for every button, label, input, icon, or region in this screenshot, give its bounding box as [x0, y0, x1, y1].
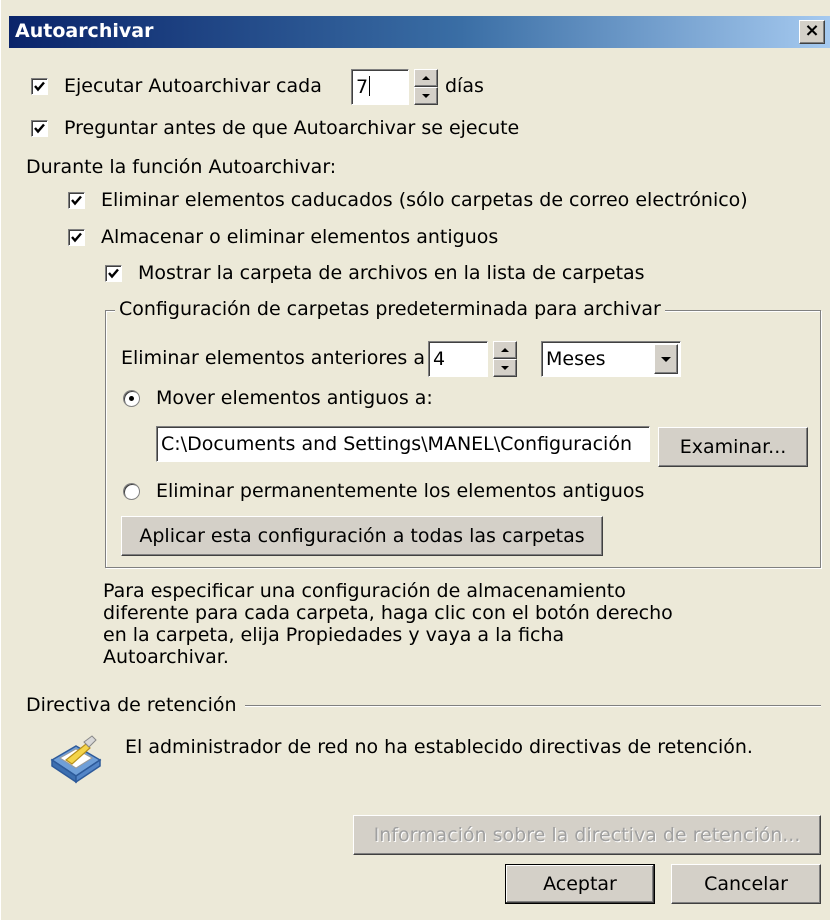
checkmark-icon	[71, 232, 82, 243]
per-folder-note: Para especificar una configuración de al…	[103, 580, 673, 668]
older-than-label: Eliminar elementos anteriores a	[121, 347, 425, 369]
delete-expired-label: Eliminar elementos caducados (sólo carpe…	[101, 189, 748, 211]
text-cursor	[369, 76, 371, 96]
retention-policy-message: El administrador de red no ha establecid…	[125, 736, 753, 758]
arrow-up-icon	[501, 348, 509, 352]
move-old-items-label: Mover elementos antiguos a:	[156, 387, 433, 409]
delete-permanently-label: Eliminar permanentemente los elementos a…	[156, 480, 645, 502]
retention-info-button[interactable]: Información sobre la directiva de retenc…	[353, 815, 821, 855]
move-old-items-radio[interactable]	[123, 390, 140, 407]
window-title: Autoarchivar	[15, 20, 154, 42]
older-than-spin-up[interactable]	[493, 341, 517, 359]
days-value: 7	[356, 76, 369, 98]
close-button[interactable]: ×	[799, 20, 825, 44]
ok-button[interactable]: Aceptar	[505, 864, 655, 904]
delete-permanently-radio[interactable]	[123, 483, 140, 500]
close-icon: ×	[804, 20, 820, 41]
time-unit-dropdown-button[interactable]	[654, 344, 678, 374]
days-spin-up[interactable]	[414, 69, 438, 87]
prompt-before-run-label: Preguntar antes de que Autoarchivar se e…	[64, 117, 520, 139]
chevron-down-icon	[661, 357, 671, 362]
days-spinner[interactable]	[414, 69, 438, 105]
autoarchive-dialog: Autoarchivar × Ejecutar Autoarchivar cad…	[0, 0, 830, 920]
archive-old-items-label: Almacenar o eliminar elementos antiguos	[101, 226, 499, 248]
retention-policy-icon	[46, 730, 106, 786]
days-input[interactable]: 7	[351, 69, 409, 105]
show-archive-folder-label: Mostrar la carpeta de archivos en la lis…	[138, 262, 645, 284]
time-unit-select[interactable]: Meses	[541, 341, 681, 377]
run-autoarchive-checkbox[interactable]	[31, 78, 48, 95]
cancel-button[interactable]: Cancelar	[671, 864, 821, 904]
arrow-down-icon	[501, 366, 509, 370]
checkmark-icon	[108, 268, 119, 279]
prompt-before-run-checkbox[interactable]	[31, 120, 48, 137]
browse-button[interactable]: Examinar...	[658, 427, 808, 467]
arrow-down-icon	[422, 94, 430, 98]
default-archive-settings-legend: Configuración de carpetas predeterminada…	[115, 298, 665, 320]
retention-policy-legend: Directiva de retención	[26, 694, 237, 716]
checkmark-icon	[34, 81, 45, 92]
note-line: en la carpeta, elija Propiedades y vaya …	[103, 624, 565, 646]
days-spin-down[interactable]	[414, 87, 438, 105]
note-line: diferente para cada carpeta, haga clic c…	[103, 602, 673, 624]
note-line: Autoarchivar.	[103, 646, 229, 668]
older-than-value: 4	[433, 348, 446, 370]
time-unit-value: Meses	[546, 348, 606, 370]
radio-selected-dot	[129, 396, 134, 401]
run-autoarchive-label: Ejecutar Autoarchivar cada	[64, 75, 322, 97]
archive-old-items-checkbox[interactable]	[68, 229, 85, 246]
title-bar[interactable]: Autoarchivar ×	[9, 16, 830, 48]
days-unit-label: días	[445, 75, 484, 97]
apply-to-all-folders-button[interactable]: Aplicar esta configuración a todas las c…	[121, 516, 603, 556]
older-than-spin-down[interactable]	[493, 359, 517, 377]
older-than-spinner[interactable]	[493, 341, 517, 377]
archive-path-value: C:\Documents and Settings\MANEL\Configur…	[161, 433, 633, 455]
show-archive-folder-checkbox[interactable]	[105, 265, 122, 282]
older-than-input[interactable]: 4	[428, 341, 488, 377]
checkmark-icon	[71, 195, 82, 206]
note-line: Para especificar una configuración de al…	[103, 580, 626, 602]
during-autoarchive-label: Durante la función Autoarchivar:	[26, 156, 337, 178]
checkmark-icon	[34, 123, 45, 134]
retention-divider	[245, 705, 821, 707]
arrow-up-icon	[422, 76, 430, 80]
delete-expired-checkbox[interactable]	[68, 192, 85, 209]
archive-path-input[interactable]: C:\Documents and Settings\MANEL\Configur…	[156, 426, 650, 462]
